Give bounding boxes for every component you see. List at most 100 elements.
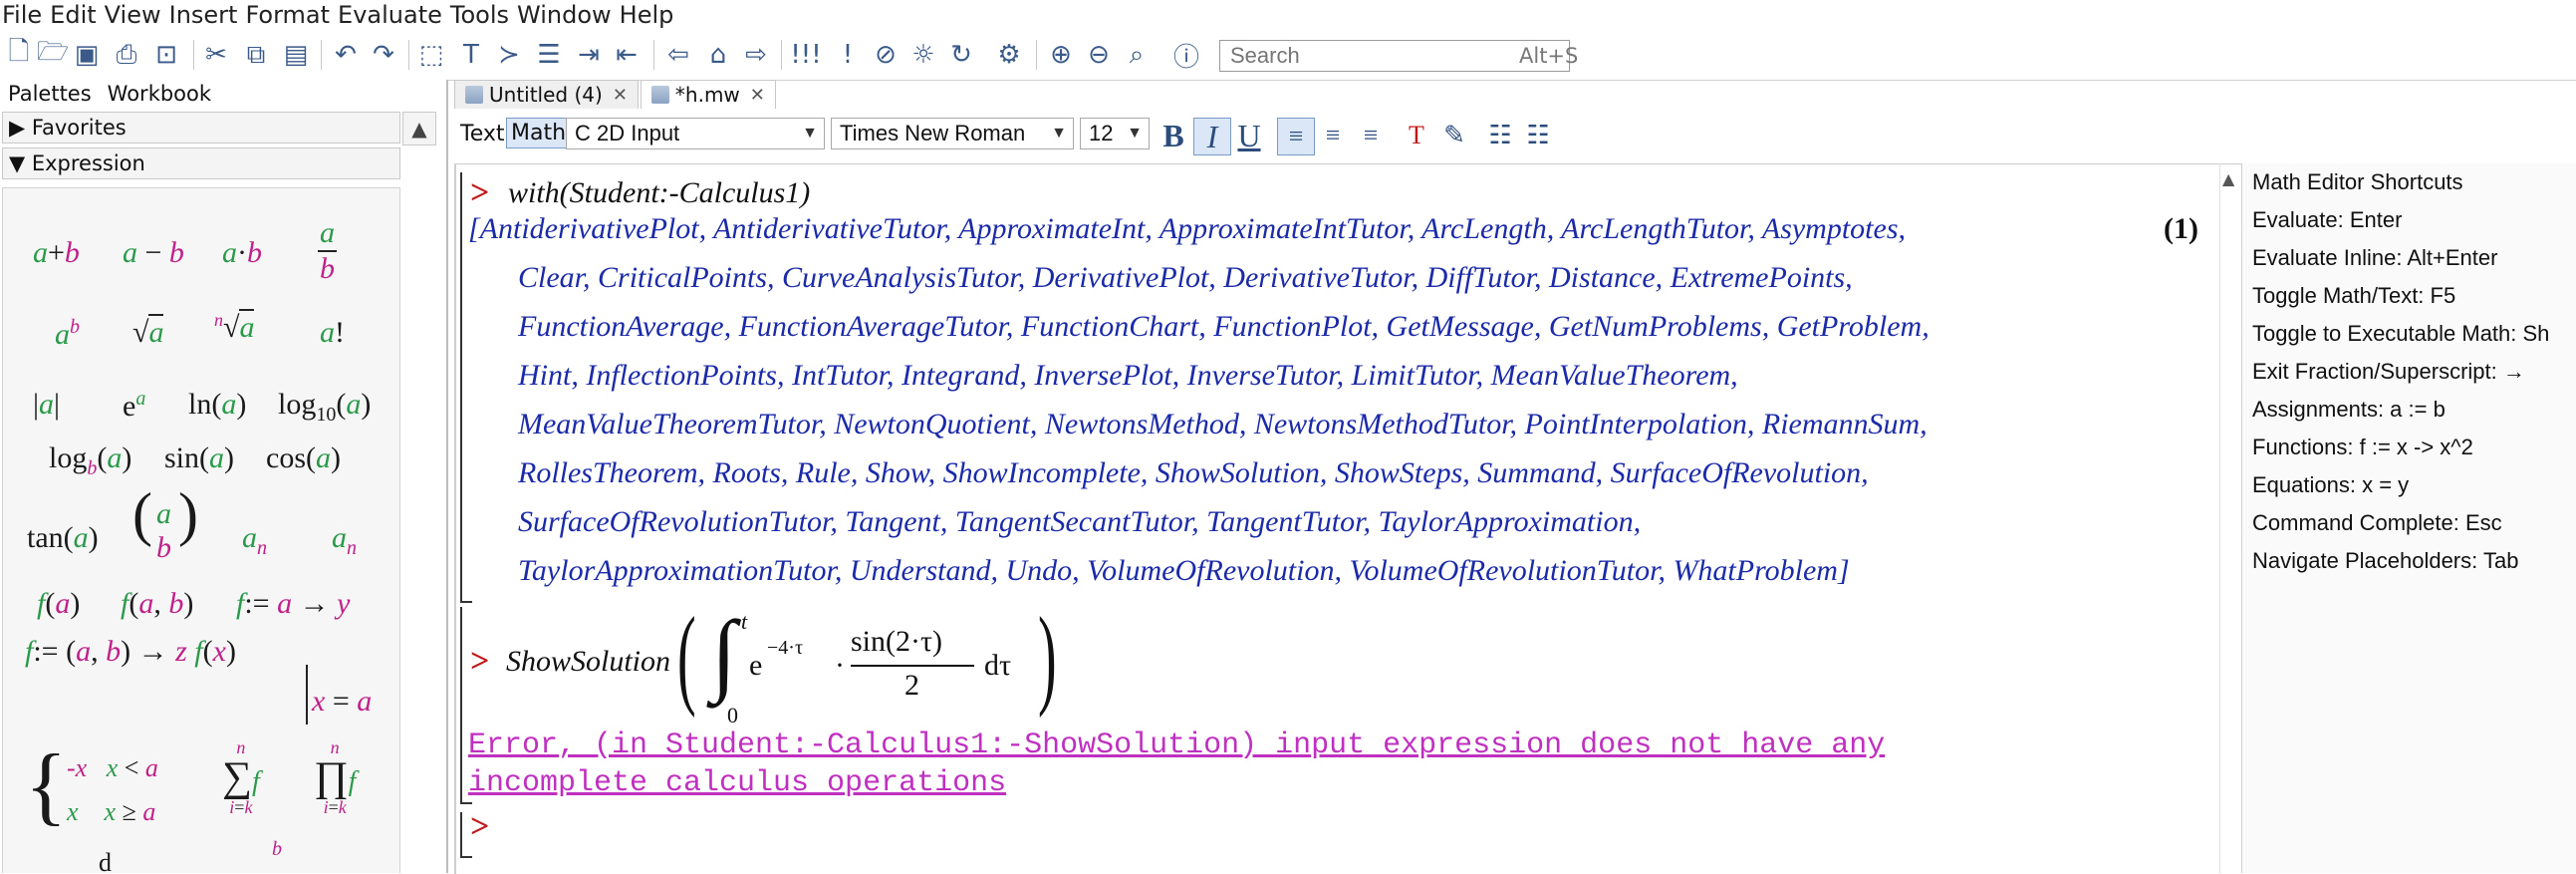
numbered-list-icon[interactable]: ☷ [1520, 118, 1556, 153]
bold-button[interactable]: B [1156, 118, 1191, 153]
menu-evaluate[interactable]: Evaluate [334, 1, 446, 29]
menu-window[interactable]: Window [513, 1, 616, 29]
execution-group-icon[interactable]: ☰ [532, 38, 566, 72]
input-with-calculus1[interactable]: with(Student:-Calculus1) [508, 176, 810, 210]
zoom-in-icon[interactable]: ⊕ [1044, 38, 1078, 72]
chevron-down-icon: ▼ [802, 125, 818, 142]
copy-icon[interactable]: ⧉ [239, 38, 273, 72]
execute-icon[interactable]: ! [831, 38, 865, 72]
close-icon[interactable]: ✕ [613, 85, 628, 106]
palette-logb[interactable]: logb(a) [49, 441, 131, 480]
paste-icon[interactable]: ▤ [279, 38, 313, 72]
palette-function-def[interactable]: f:= a → y [236, 587, 350, 621]
menu-help[interactable]: Help [616, 1, 678, 29]
select-region-icon[interactable]: ⬚ [414, 38, 448, 72]
palette-sqrt[interactable]: √a [132, 314, 164, 350]
menu-file[interactable]: File [0, 1, 46, 29]
palette-factorial[interactable]: a! [320, 316, 345, 350]
restart-icon[interactable]: ↻ [944, 38, 978, 72]
text-color-icon[interactable]: T [1399, 118, 1434, 153]
menu-tools[interactable]: Tools [446, 1, 513, 29]
align-left-icon[interactable]: ≡ [1277, 118, 1315, 155]
save-icon[interactable]: ▣ [70, 38, 104, 72]
palette-subtract[interactable]: a − b [123, 236, 184, 270]
math-input-icon[interactable]: ≻ [492, 38, 526, 72]
worksheet-scrollbar[interactable]: ▲ [2219, 163, 2240, 873]
search-box[interactable]: Alt+S [1219, 40, 1578, 72]
palette-function-def-2[interactable]: f:= (a, b) → z f(x) [25, 635, 236, 669]
menu-edit[interactable]: Edit [46, 1, 100, 29]
palette-sin[interactable]: sin(a) [164, 441, 234, 475]
bullet-list-icon[interactable]: ☷ [1482, 118, 1518, 153]
scroll-up-icon[interactable]: ▲ [2222, 169, 2234, 188]
new-document-icon[interactable]: 🗋 [2, 37, 36, 72]
palette-definite-int[interactable]: b [272, 838, 282, 861]
text-mode-button[interactable]: Text [460, 122, 505, 146]
italic-button[interactable]: I [1193, 118, 1231, 155]
menu-insert[interactable]: Insert [165, 1, 242, 29]
print-icon[interactable]: ⎙ [110, 38, 143, 72]
worksheet[interactable]: > with(Student:-Calculus1) [Antiderivati… [454, 163, 2241, 874]
palette-exp[interactable]: ea [123, 388, 145, 424]
close-icon[interactable]: ✕ [750, 85, 765, 106]
debug-icon[interactable]: ☼ [906, 38, 940, 72]
palette-abs[interactable]: |a| [33, 388, 60, 422]
align-center-icon[interactable]: ≡ [1315, 118, 1351, 153]
home-icon[interactable]: ⌂ [701, 38, 735, 72]
undo-icon[interactable]: ↶ [329, 38, 363, 72]
palette-product[interactable]: n ∏f i=k [314, 738, 356, 816]
highlight-icon[interactable]: ✎ [1436, 118, 1472, 153]
palette-tan[interactable]: tan(a) [27, 521, 99, 555]
menu-format[interactable]: Format [241, 1, 334, 29]
tab-untitled-4[interactable]: Untitled (4) ✕ [454, 80, 639, 109]
text-mode-icon[interactable]: T [454, 38, 488, 72]
palette-piecewise[interactable]: { -x x < a x x ≥ a [25, 742, 158, 834]
settings-icon[interactable]: ⚙ [992, 38, 1026, 72]
help-icon[interactable]: ⓘ [1169, 38, 1203, 73]
palette-fraction[interactable]: ab [318, 216, 337, 286]
font-select[interactable]: Times New Roman ▼ [831, 118, 1074, 149]
palette-evaluate-at[interactable]: x = a [306, 665, 372, 725]
font-size-select[interactable]: 12 ▼ [1080, 118, 1150, 149]
shortcut-row: Exit Fraction/Superscript: → [2252, 359, 2525, 384]
cut-icon[interactable]: ✂ [199, 38, 233, 72]
tab-palettes[interactable]: Palettes [0, 80, 100, 110]
back-icon[interactable]: ⇦ [661, 38, 695, 72]
redo-icon[interactable]: ↷ [367, 38, 400, 72]
palette-sum[interactable]: n ∑f i=k [222, 738, 260, 816]
zoom-icon[interactable]: ⌕ [1120, 38, 1154, 72]
palette-nthroot[interactable]: n√a [214, 309, 255, 345]
forward-icon[interactable]: ⇨ [739, 38, 773, 72]
palette-log10[interactable]: log10(a) [278, 388, 371, 427]
palette-function-call-2[interactable]: f(a, b) [121, 587, 193, 621]
math-mode-button[interactable]: Math [506, 118, 572, 148]
palette-derivative[interactable]: d [99, 848, 112, 873]
palette-cos[interactable]: cos(a) [266, 441, 341, 475]
search-input[interactable] [1228, 42, 1519, 70]
palette-subscript[interactable]: an [242, 521, 267, 560]
align-right-icon[interactable]: ≡ [1353, 118, 1389, 153]
input-mode-select[interactable]: C 2D Input ▼ [566, 118, 825, 149]
tab-h-mw[interactable]: *h.mw ✕ [640, 80, 776, 109]
palette-vector[interactable]: (a b) [132, 484, 198, 565]
zoom-out-icon[interactable]: ⊖ [1082, 38, 1116, 72]
print-preview-icon[interactable]: ⊡ [149, 38, 183, 72]
palette-index[interactable]: an [332, 521, 357, 560]
execute-all-icon[interactable]: !!! [789, 38, 823, 72]
favorites-palette-header[interactable]: ▶ Favorites [2, 112, 400, 144]
menu-view[interactable]: View [101, 1, 165, 29]
indent-icon[interactable]: ⇥ [572, 38, 606, 72]
input-showsolution[interactable]: ShowSolution ( ∫ t 0 e −4·τ · sin(2·τ) 2… [506, 601, 1104, 728]
stop-icon[interactable]: ⊘ [869, 38, 902, 72]
scroll-up-icon[interactable]: ▲ [402, 112, 436, 146]
palette-ln[interactable]: ln(a) [188, 388, 246, 422]
palette-multiply[interactable]: a·b [222, 236, 262, 270]
palette-function-call[interactable]: f(a) [37, 587, 80, 621]
open-folder-icon[interactable]: 🗁 [36, 37, 70, 72]
expression-palette-header[interactable]: ▼ Expression [2, 147, 400, 179]
palette-power[interactable]: ab [55, 316, 80, 352]
outdent-icon[interactable]: ⇤ [610, 38, 644, 72]
tab-workbook[interactable]: Workbook [100, 80, 219, 110]
underline-button[interactable]: U [1231, 118, 1267, 153]
palette-add[interactable]: a+b [33, 236, 80, 270]
